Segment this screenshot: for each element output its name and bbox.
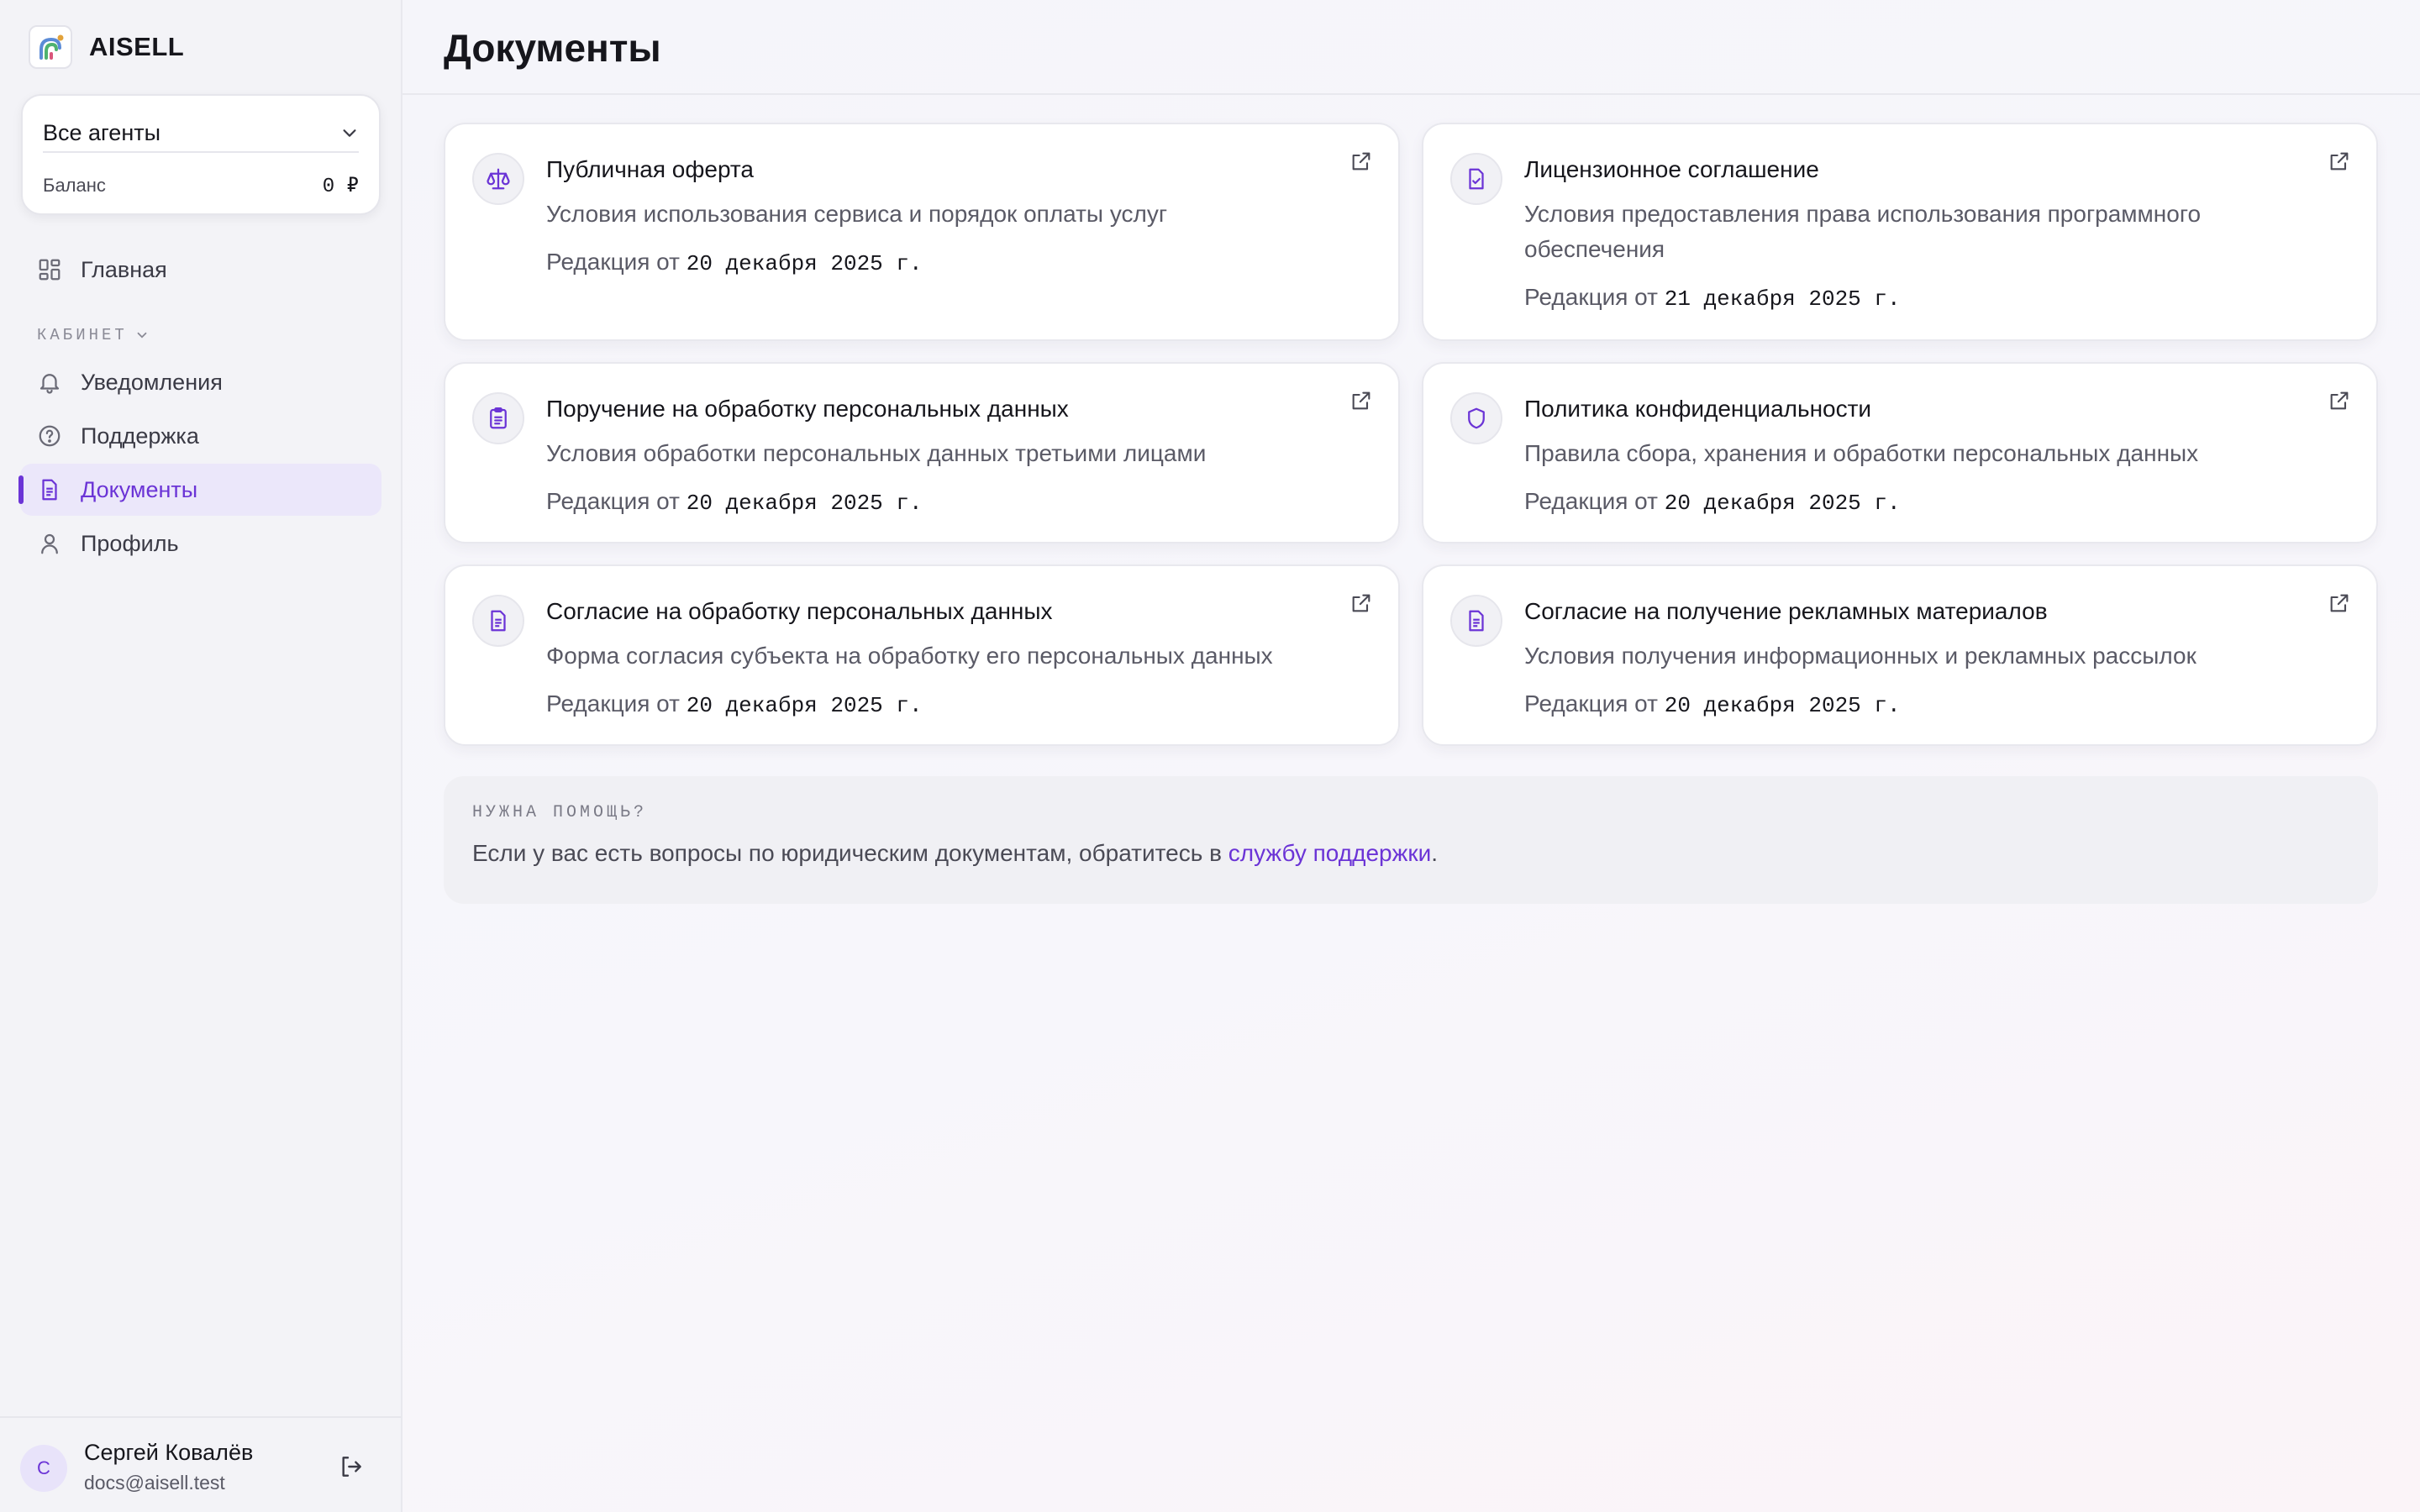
brand[interactable]: AISELL bbox=[29, 25, 184, 69]
user-name: Сергей Ковалёв bbox=[84, 1440, 254, 1465]
balance-label: Баланс bbox=[43, 175, 106, 196]
main-content: Документы Публичная оферта Условия испол… bbox=[402, 0, 2420, 1512]
document-icon bbox=[1450, 595, 1502, 647]
avatar[interactable]: С bbox=[20, 1445, 67, 1492]
document-card-public-offer[interactable]: Публичная оферта Условия использования с… bbox=[444, 123, 1400, 341]
agent-select[interactable]: Все агенты bbox=[43, 114, 359, 153]
document-card-privacy-policy[interactable]: Политика конфиденциальности Правила сбор… bbox=[1422, 362, 2378, 543]
document-date-value: 21 декабря 2025 г. bbox=[1664, 286, 1901, 312]
nav-item-documents-label: Документы bbox=[81, 476, 198, 502]
nav-item-profile-label: Профиль bbox=[81, 530, 179, 556]
nav-item-documents[interactable]: Документы bbox=[18, 464, 381, 516]
document-date-value: 20 декабря 2025 г. bbox=[686, 491, 923, 516]
document-date-prefix: Редакция от bbox=[1524, 284, 1658, 310]
nav-item-notifications-label: Уведомления bbox=[81, 369, 223, 395]
external-link-icon[interactable] bbox=[2328, 389, 2351, 417]
document-date-prefix: Редакция от bbox=[546, 690, 680, 717]
agent-card: Все агенты Баланс 0 ₽ bbox=[21, 94, 381, 215]
nav-item-notifications[interactable]: Уведомления bbox=[20, 356, 381, 408]
chevron-down-icon bbox=[343, 129, 356, 137]
document-icon bbox=[42, 479, 57, 501]
help-text-suffix: . bbox=[1431, 840, 1438, 866]
brand-name: AISELL bbox=[89, 32, 185, 61]
document-date: Редакция от 20 декабря 2025 г. bbox=[546, 488, 923, 516]
user-block: С Сергей Ковалёв docs@aisell.test bbox=[0, 1416, 401, 1512]
document-date: Редакция от 21 декабря 2025 г. bbox=[1524, 284, 1901, 312]
nav-item-support-label: Поддержка bbox=[81, 423, 199, 449]
section-label-cabinet[interactable]: КАБИНЕТ bbox=[37, 326, 150, 344]
document-date-prefix: Редакция от bbox=[1524, 690, 1658, 717]
topbar: Документы bbox=[402, 0, 2420, 95]
shield-icon bbox=[1450, 392, 1502, 444]
document-description: Условия обработки персональных данных тр… bbox=[546, 440, 1207, 466]
document-title: Согласие на получение рекламных материал… bbox=[1524, 598, 2048, 624]
document-title: Публичная оферта bbox=[546, 156, 754, 182]
document-card-data-consent[interactable]: Согласие на обработку персональных данны… bbox=[444, 564, 1400, 746]
document-description: Условия предоставления права использован… bbox=[1524, 201, 2202, 262]
document-description: Форма согласия субъекта на обработку его… bbox=[546, 643, 1273, 669]
dashboard-icon bbox=[39, 259, 60, 281]
document-description: Условия использования сервиса и порядок … bbox=[546, 201, 1168, 227]
balance-row: Баланс 0 ₽ bbox=[43, 173, 359, 198]
nav-item-profile[interactable]: Профиль bbox=[20, 517, 381, 570]
document-icon bbox=[472, 595, 524, 647]
document-date-value: 20 декабря 2025 г. bbox=[1664, 491, 1901, 516]
document-date: Редакция от 20 декабря 2025 г. bbox=[1524, 690, 1901, 718]
bell-icon bbox=[39, 374, 60, 394]
document-title: Поручение на обработку персональных данн… bbox=[546, 396, 1069, 422]
external-link-icon[interactable] bbox=[1349, 591, 1373, 619]
document-date-value: 20 декабря 2025 г. bbox=[1664, 693, 1901, 718]
document-title: Политика конфиденциальности bbox=[1524, 396, 1872, 422]
aisell-logo-icon bbox=[29, 25, 72, 69]
balance-value: 0 ₽ bbox=[322, 176, 359, 198]
document-date-prefix: Редакция от bbox=[1524, 488, 1658, 514]
document-date: Редакция от 20 декабря 2025 г. bbox=[546, 690, 923, 718]
document-card-data-processing-order[interactable]: Поручение на обработку персональных данн… bbox=[444, 362, 1400, 543]
document-card-license[interactable]: Лицензионное соглашение Условия предоста… bbox=[1422, 123, 2378, 341]
document-date-prefix: Редакция от bbox=[546, 488, 680, 514]
page-title: Документы bbox=[444, 26, 661, 70]
document-title: Лицензионное соглашение bbox=[1524, 156, 1819, 182]
document-date: Редакция от 20 декабря 2025 г. bbox=[1524, 488, 1901, 516]
nav-item-support[interactable]: Поддержка bbox=[20, 410, 381, 462]
agent-select-label: Все агенты bbox=[43, 119, 160, 145]
scale-icon bbox=[472, 153, 524, 205]
help-text-body: Если у вас есть вопросы по юридическим д… bbox=[472, 840, 1222, 866]
nav-item-home[interactable]: Главная bbox=[20, 244, 381, 296]
document-card-ads-consent[interactable]: Согласие на получение рекламных материал… bbox=[1422, 564, 2378, 746]
chevron-down-icon bbox=[137, 332, 147, 339]
section-label-text: КАБИНЕТ bbox=[37, 326, 128, 344]
help-label: НУЖНА ПОМОЩЬ? bbox=[472, 803, 648, 822]
clipboard-icon bbox=[472, 392, 524, 444]
document-date-prefix: Редакция от bbox=[546, 249, 680, 275]
external-link-icon[interactable] bbox=[1349, 150, 1373, 177]
help-text: Если у вас есть вопросы по юридическим д… bbox=[472, 840, 1438, 867]
user-icon bbox=[41, 533, 58, 554]
external-link-icon[interactable] bbox=[2328, 150, 2351, 177]
file-check-icon bbox=[1450, 153, 1502, 205]
document-date-value: 20 декабря 2025 г. bbox=[686, 251, 923, 276]
help-box: НУЖНА ПОМОЩЬ? Если у вас есть вопросы по… bbox=[444, 776, 2378, 904]
nav-item-home-label: Главная bbox=[81, 256, 167, 282]
sidebar: AISELL Все агенты Баланс 0 ₽ Главная КАБ… bbox=[0, 0, 402, 1512]
support-link[interactable]: службу поддержки bbox=[1228, 840, 1431, 866]
logout-button[interactable] bbox=[338, 1453, 365, 1484]
document-description: Правила сбора, хранения и обработки перс… bbox=[1524, 440, 2199, 466]
document-date-value: 20 декабря 2025 г. bbox=[686, 693, 923, 718]
external-link-icon[interactable] bbox=[1349, 389, 1373, 417]
document-description: Условия получения информационных и рекла… bbox=[1524, 643, 2196, 669]
external-link-icon[interactable] bbox=[2328, 591, 2351, 619]
user-email: docs@aisell.test bbox=[84, 1472, 225, 1494]
logout-icon bbox=[342, 1457, 361, 1477]
document-title: Согласие на обработку персональных данны… bbox=[546, 598, 1053, 624]
help-circle-icon bbox=[39, 425, 60, 447]
document-date: Редакция от 20 декабря 2025 г. bbox=[546, 249, 923, 276]
